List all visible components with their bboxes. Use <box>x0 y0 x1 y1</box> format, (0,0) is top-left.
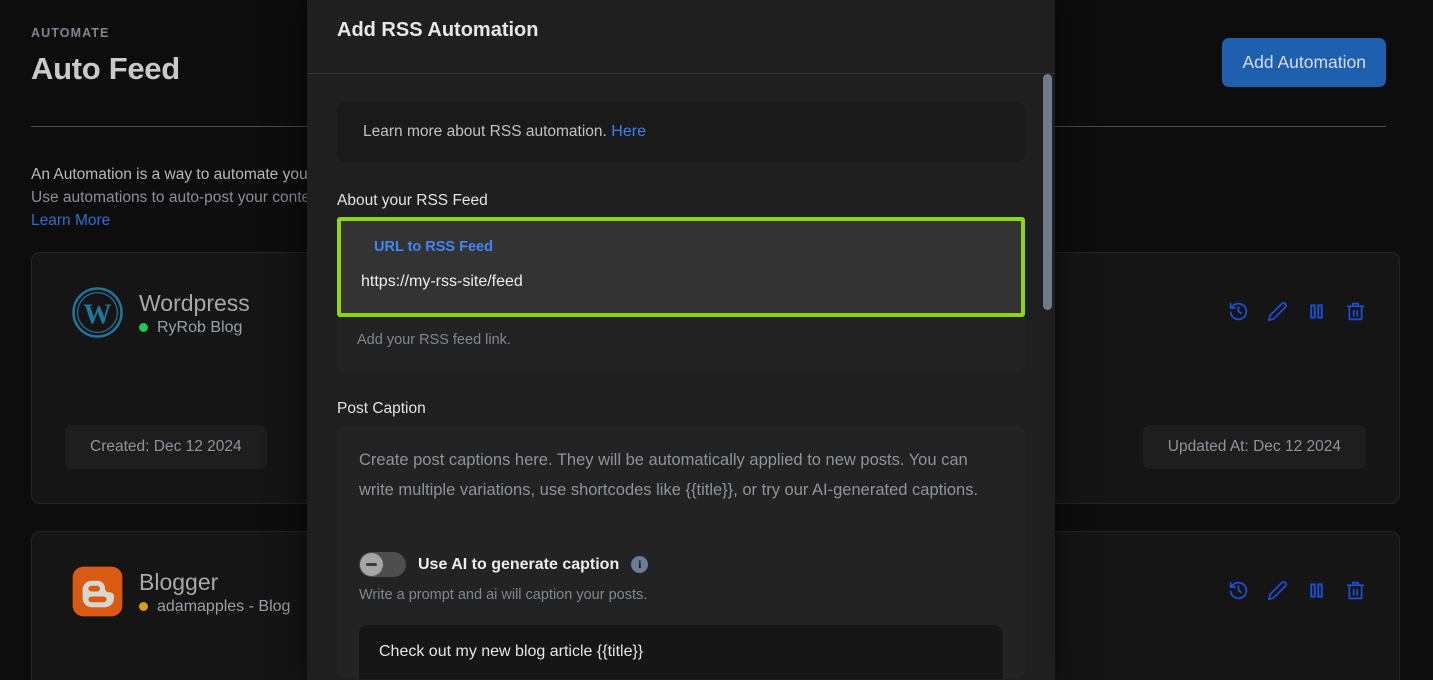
wordpress-icon: W <box>71 286 124 339</box>
status-dot <box>139 602 148 611</box>
card-brand: W Wordpress RyRob Blog <box>71 286 250 339</box>
brand-account: RyRob Blog <box>157 318 243 336</box>
edit-icon[interactable] <box>1267 580 1288 601</box>
brand-account-row: adamapples - Blog <box>139 598 290 616</box>
created-badge: Created: Dec 12 2024 <box>65 425 267 469</box>
brand-name: Blogger <box>139 568 219 595</box>
info-text: Learn more about RSS automation. <box>363 123 607 140</box>
rss-info-box: Learn more about RSS automation. Here <box>337 102 1025 162</box>
rss-url-label: URL to RSS Feed <box>374 239 493 255</box>
ai-prompt-input[interactable] <box>379 643 983 661</box>
rss-field-group: URL to RSS Feed Add your RSS feed link. <box>337 217 1025 372</box>
brand-name: Wordpress <box>139 289 250 316</box>
modal-scrollbar[interactable] <box>1043 74 1052 680</box>
rss-url-field-highlight[interactable]: URL to RSS Feed <box>337 217 1025 317</box>
info-icon[interactable]: i <box>631 556 649 573</box>
rss-url-help: Add your RSS feed link. <box>357 332 511 348</box>
card-actions <box>1228 301 1366 322</box>
edit-icon[interactable] <box>1267 301 1288 322</box>
ai-toggle-row: Use AI to generate caption i <box>359 552 1003 577</box>
add-automation-button[interactable]: Add Automation <box>1222 38 1386 87</box>
blogger-icon <box>71 565 124 618</box>
history-icon[interactable] <box>1228 580 1249 601</box>
ai-toggle-label: Use AI to generate caption <box>418 555 620 573</box>
card-brand: Blogger adamapples - Blog <box>71 565 290 618</box>
modal-header: Add RSS Automation <box>307 0 1055 74</box>
info-here-link[interactable]: Here <box>611 123 646 140</box>
modal-title: Add RSS Automation <box>337 19 539 41</box>
scrollbar-thumb[interactable] <box>1043 74 1052 310</box>
delete-icon[interactable] <box>1345 580 1366 601</box>
ai-caption-toggle[interactable] <box>359 552 406 577</box>
screen: AUTOMATE Auto Feed Add Automation An Aut… <box>0 0 1433 680</box>
pause-icon[interactable] <box>1306 301 1327 322</box>
status-dot <box>139 323 148 332</box>
delete-icon[interactable] <box>1345 301 1366 322</box>
post-caption-box[interactable]: Create post captions here. They will be … <box>337 425 1025 679</box>
ai-prompt-box[interactable] <box>359 625 1003 679</box>
modal-body: Learn more about RSS automation. Here Ab… <box>307 74 1055 680</box>
card-actions <box>1228 580 1366 601</box>
post-caption-label: Post Caption <box>337 400 426 417</box>
brand-text: Blogger adamapples - Blog <box>139 568 290 616</box>
brand-text: Wordpress RyRob Blog <box>139 289 250 337</box>
rss-url-input[interactable] <box>361 273 1001 291</box>
svg-text:W: W <box>83 299 111 330</box>
rss-section-label: About your RSS Feed <box>337 192 488 209</box>
toggle-knob <box>360 553 383 576</box>
brand-account-row: RyRob Blog <box>139 319 250 337</box>
history-icon[interactable] <box>1228 301 1249 322</box>
updated-badge: Updated At: Dec 12 2024 <box>1142 425 1366 469</box>
brand-account: adamapples - Blog <box>157 597 291 615</box>
caption-placeholder: Create post captions here. They will be … <box>359 451 979 499</box>
pause-icon[interactable] <box>1306 580 1327 601</box>
ai-toggle-help: Write a prompt and ai will caption your … <box>359 587 648 603</box>
add-rss-automation-modal: Add RSS Automation Learn more about RSS … <box>307 0 1055 680</box>
